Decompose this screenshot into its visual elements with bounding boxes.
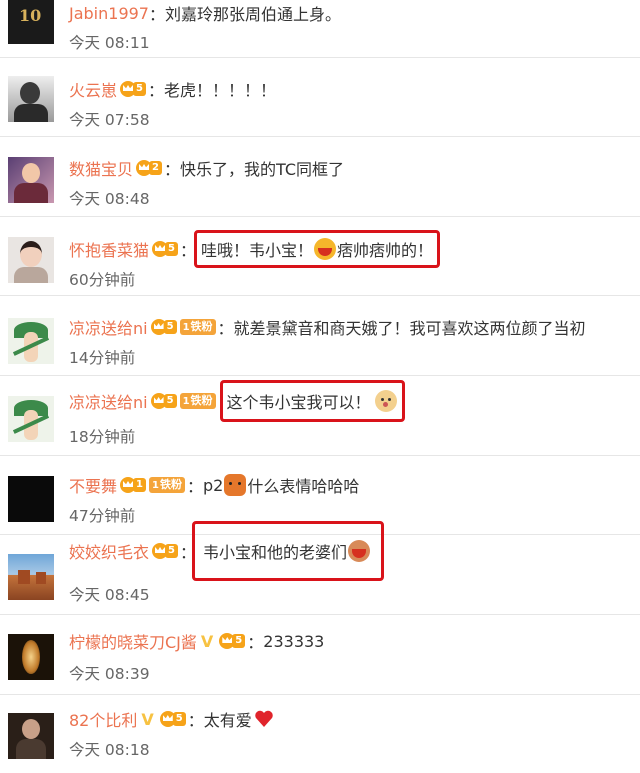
avatar[interactable] bbox=[8, 396, 54, 442]
comment-time: 今天 08:18 bbox=[69, 741, 150, 759]
heart-emoji-icon bbox=[255, 710, 273, 727]
highlight-box: 哇哦！韦小宝！ 痞帅痞帅的！ bbox=[194, 230, 441, 268]
avatar[interactable] bbox=[8, 237, 54, 283]
laugh-emoji-icon bbox=[314, 238, 337, 260]
comment-header: 不要舞 1 1铁粉 ： p2 什么表情哈哈哈 bbox=[69, 472, 359, 498]
comment-time: 今天 08:48 bbox=[69, 190, 150, 208]
avatar[interactable]: 10 bbox=[8, 0, 54, 44]
avatar[interactable] bbox=[8, 554, 54, 600]
fan-badge-icon[interactable]: 1铁粉 bbox=[179, 393, 216, 409]
comment-header: 82个比利 V 5 ： 太有爱 bbox=[69, 706, 274, 732]
vip-badge-icon[interactable]: 5 bbox=[152, 240, 178, 258]
avatar[interactable] bbox=[8, 76, 54, 122]
comment-text: 老虎！！！！！ bbox=[164, 81, 277, 100]
vip-badge-icon[interactable]: 5 bbox=[219, 632, 246, 650]
username-link[interactable]: 凉凉送给ni bbox=[69, 389, 148, 413]
colon: ： bbox=[217, 319, 234, 338]
comment-time: 今天 08:11 bbox=[69, 34, 150, 52]
comment-item: 数猫宝贝 2 ： 快乐了，我的TC同框了 今天 08:48 bbox=[0, 137, 640, 217]
comment-text: 快乐了，我的TC同框了 bbox=[180, 160, 345, 179]
vip-badge-icon[interactable]: 5 bbox=[159, 710, 186, 728]
comment-text: 这个韦小宝我可以！ bbox=[226, 393, 371, 412]
comment-text: p2 bbox=[202, 475, 224, 495]
comment-item: 82个比利 V 5 ： 太有爱 今天 08:18 bbox=[0, 695, 640, 773]
colon: ： bbox=[163, 160, 180, 179]
comment-item: 10 Jabin1997 ： 刘嘉玲那张周伯通上身。 今天 08:11 bbox=[0, 0, 640, 58]
username-link[interactable]: 火云崽 bbox=[69, 77, 117, 101]
comment-header: 火云崽 5 ： 老虎！！！！！ bbox=[69, 76, 276, 102]
comment-item: 凉凉送给ni 5 1铁粉 这个韦小宝我可以！ 18分钟前 bbox=[0, 376, 640, 456]
username-link[interactable]: 凉凉送给ni bbox=[69, 315, 148, 339]
comment-text: 刘嘉玲那张周伯通上身。 bbox=[165, 5, 342, 24]
comment-time: 47分钟前 bbox=[69, 507, 136, 525]
colon: ： bbox=[247, 633, 264, 652]
comment-text: 233333 bbox=[263, 631, 325, 651]
vip-badge-icon[interactable]: 5 bbox=[150, 392, 177, 410]
vip-badge-icon[interactable]: 2 bbox=[136, 159, 162, 177]
username-link[interactable]: 柠檬的晓菜刀CJ酱 bbox=[69, 629, 197, 653]
vip-badge-icon[interactable]: 5 bbox=[150, 318, 177, 336]
avatar[interactable] bbox=[8, 318, 54, 364]
avatar[interactable] bbox=[8, 157, 54, 203]
avatar[interactable] bbox=[8, 476, 54, 522]
avatar[interactable] bbox=[8, 634, 54, 680]
username-link[interactable]: Jabin1997 bbox=[69, 4, 149, 23]
comment-header: 凉凉送给ni 5 1铁粉 ： 就差景黛音和商天娥了！我可喜欢这两位颜了当初 bbox=[69, 314, 586, 340]
username-link[interactable]: 不要舞 bbox=[69, 473, 117, 497]
comment-text: 哇哦！韦小宝！ bbox=[201, 241, 314, 260]
comment-time: 18分钟前 bbox=[69, 428, 136, 446]
colon: ： bbox=[147, 81, 164, 100]
open-mouth-emoji-icon bbox=[348, 540, 371, 562]
comment-time: 14分钟前 bbox=[69, 349, 136, 367]
comment-text: 太有爱 bbox=[203, 711, 252, 730]
comment-header: 怀抱香菜猫 5 ： 哇哦！韦小宝！ 痞帅痞帅的！ bbox=[69, 230, 441, 268]
highlight-box: 韦小宝和他的老婆们 bbox=[192, 521, 385, 581]
vip-badge-icon[interactable]: 5 bbox=[120, 80, 146, 98]
colon: ： bbox=[187, 711, 204, 730]
comment-header: Jabin1997 ： 刘嘉玲那张周伯通上身。 bbox=[69, 0, 341, 26]
fan-badge-icon[interactable]: 1铁粉 bbox=[179, 319, 216, 335]
comment-item: 火云崽 5 ： 老虎！！！！！ 今天 07:58 bbox=[0, 58, 640, 137]
username-link[interactable]: 姣姣织毛衣 bbox=[69, 539, 149, 563]
comment-item: 姣姣织毛衣 5 ： 韦小宝和他的老婆们 今天 08:45 bbox=[0, 521, 640, 615]
doge-emoji-icon bbox=[374, 390, 397, 412]
username-link[interactable]: 数猫宝贝 bbox=[69, 156, 133, 180]
fan-badge-icon[interactable]: 1铁粉 bbox=[148, 477, 185, 493]
username-link[interactable]: 怀抱香菜猫 bbox=[69, 237, 149, 261]
vip-badge-icon[interactable]: 1 bbox=[120, 476, 146, 494]
username-link[interactable]: 82个比利 bbox=[69, 707, 137, 731]
comment-item: 凉凉送给ni 5 1铁粉 ： 就差景黛音和商天娥了！我可喜欢这两位颜了当初 14… bbox=[0, 296, 640, 376]
highlight-box: 这个韦小宝我可以！ bbox=[219, 380, 405, 422]
comment-item: 怀抱香菜猫 5 ： 哇哦！韦小宝！ 痞帅痞帅的！ 60分钟前 bbox=[0, 217, 640, 296]
comment-header: 柠檬的晓菜刀CJ酱 V 5 ： 233333 bbox=[69, 628, 324, 654]
comment-time: 今天 08:39 bbox=[69, 665, 150, 683]
avatar[interactable] bbox=[8, 713, 54, 759]
comment-header: 数猫宝贝 2 ： 快乐了，我的TC同框了 bbox=[69, 155, 344, 181]
comment-time: 今天 08:45 bbox=[69, 586, 150, 604]
colon: ： bbox=[148, 5, 165, 24]
tiger-emoji-icon bbox=[224, 474, 247, 496]
verified-v-icon[interactable]: V bbox=[141, 710, 153, 729]
comment-time: 今天 07:58 bbox=[69, 111, 150, 129]
comment-header: 姣姣织毛衣 5 ： 韦小宝和他的老婆们 bbox=[69, 521, 385, 581]
comment-text-suffix: 痞帅痞帅的！ bbox=[337, 241, 434, 260]
comment-item: 柠檬的晓菜刀CJ酱 V 5 ： 233333 今天 08:39 bbox=[0, 615, 640, 695]
comment-text-suffix: 什么表情哈哈哈 bbox=[247, 477, 360, 496]
colon: ： bbox=[186, 477, 203, 496]
verified-v-icon[interactable]: V bbox=[201, 632, 213, 651]
comment-time: 60分钟前 bbox=[69, 271, 136, 289]
vip-badge-icon[interactable]: 5 bbox=[152, 542, 178, 560]
comment-header: 凉凉送给ni 5 1铁粉 这个韦小宝我可以！ bbox=[69, 380, 405, 422]
comment-text: 就差景黛音和商天娥了！我可喜欢这两位颜了当初 bbox=[233, 319, 586, 338]
comment-text: 韦小宝和他的老婆们 bbox=[203, 543, 348, 562]
